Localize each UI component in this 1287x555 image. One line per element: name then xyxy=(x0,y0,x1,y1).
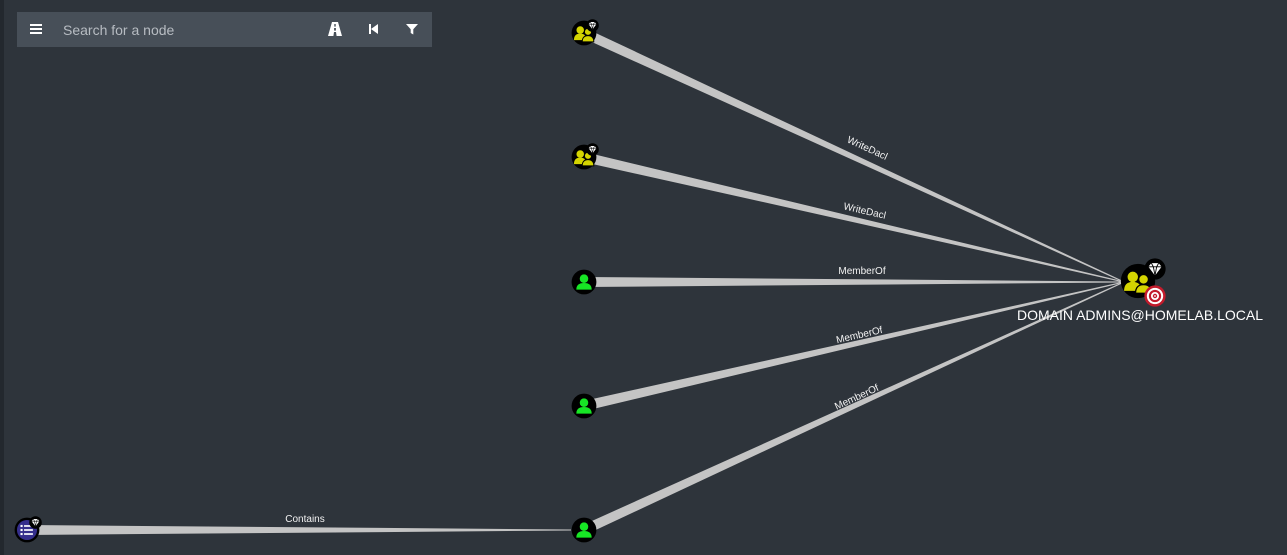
edge-memberof[interactable] xyxy=(584,277,1124,287)
edge-writedacl[interactable] xyxy=(581,28,1125,283)
target-icon xyxy=(1144,285,1166,307)
road-icon xyxy=(328,22,342,36)
search-input[interactable] xyxy=(59,15,317,44)
nodes-layer xyxy=(14,19,599,543)
user-icon xyxy=(571,517,597,543)
filter-icon xyxy=(406,24,418,35)
menu-button[interactable] xyxy=(23,16,49,42)
node-ou[interactable] xyxy=(14,516,42,543)
edge-label: MemberOf xyxy=(838,266,885,277)
edge-contains[interactable] xyxy=(27,525,571,535)
graph-view[interactable]: WriteDaclWriteDaclMemberOfMemberOfMember… xyxy=(0,0,1287,555)
edge-labels-layer: WriteDaclWriteDaclMemberOfMemberOfMember… xyxy=(285,135,889,525)
user-icon xyxy=(571,393,597,419)
node-user[interactable] xyxy=(571,517,597,543)
edge-writedacl[interactable] xyxy=(582,152,1125,283)
edge-label: Contains xyxy=(285,514,324,525)
filter-button[interactable] xyxy=(399,16,425,42)
node-label: DOMAIN ADMINS@HOMELAB.LOCAL xyxy=(1017,307,1263,323)
search-bar xyxy=(17,12,432,47)
edge-memberof[interactable] xyxy=(582,281,1125,411)
high-value-diamond-icon xyxy=(586,19,599,32)
hamburger-menu-icon xyxy=(30,24,42,34)
node-group[interactable] xyxy=(571,143,599,170)
high-value-diamond-icon xyxy=(29,516,42,529)
user-icon xyxy=(571,269,597,295)
node-user[interactable] xyxy=(571,269,597,295)
pathfinding-button[interactable] xyxy=(322,16,348,42)
node-user[interactable] xyxy=(571,393,597,419)
step-backward-icon xyxy=(369,24,378,34)
high-value-diamond-icon xyxy=(586,143,599,156)
node-domain-admins-group[interactable]: DOMAIN ADMINS@HOMELAB.LOCAL xyxy=(1017,258,1263,323)
high-value-diamond-icon xyxy=(1144,258,1166,280)
back-button[interactable] xyxy=(360,16,386,42)
